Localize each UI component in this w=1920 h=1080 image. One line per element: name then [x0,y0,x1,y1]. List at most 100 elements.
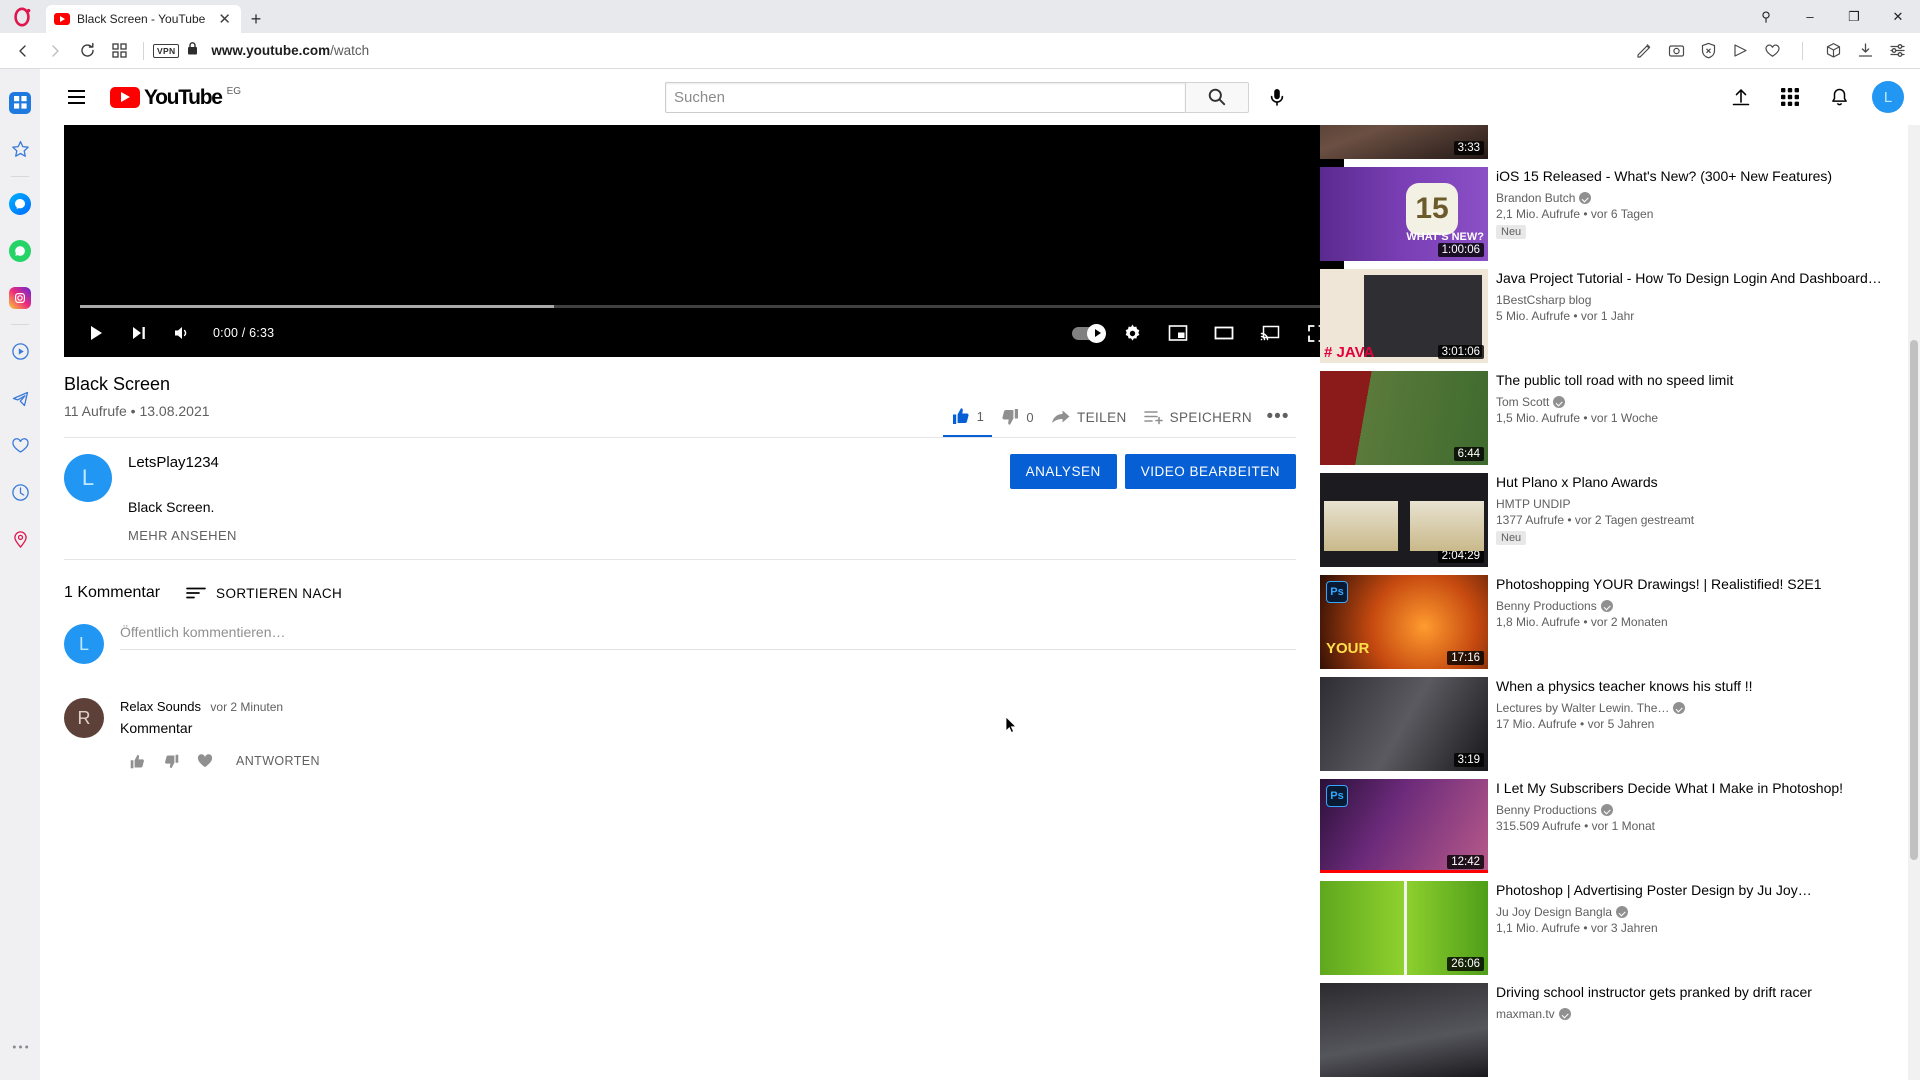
related-video-title[interactable]: Driving school instructor gets pranked b… [1496,984,1910,1002]
related-video-title[interactable]: iOS 15 Released - What's New? (300+ New … [1496,168,1910,186]
analytics-button[interactable]: ANALYSEN [1009,454,1117,489]
url-text[interactable]: www.youtube.com/watch [211,43,369,58]
related-video-thumbnail[interactable]: 3:01:06 [1320,269,1488,363]
apps-grid-icon[interactable] [1770,77,1810,117]
related-video-title[interactable]: Hut Plano x Plano Awards [1496,474,1910,492]
miniplayer-button[interactable] [1158,313,1198,353]
progress-bar[interactable] [80,305,1328,308]
forward-button[interactable] [40,37,70,65]
related-video-channel[interactable]: maxman.tv [1496,1007,1910,1021]
show-more-button[interactable]: MEHR ANSEHEN [128,528,1010,543]
related-video-channel[interactable]: Tom Scott [1496,395,1910,409]
related-video-item[interactable]: 3:33 6,1 Mio. Aufrufe • vor 2 Jahren [1320,125,1910,159]
browser-search-icon[interactable]: ⚲ [1744,0,1788,33]
related-video-thumbnail[interactable]: Ps 17:16 [1320,575,1488,669]
reply-button[interactable]: ANTWORTEN [236,754,320,768]
related-video-channel[interactable]: Brandon Butch [1496,191,1910,205]
theater-mode-button[interactable] [1204,313,1244,353]
sidebar-item-history[interactable] [0,469,40,516]
related-video-item[interactable]: Ps 12:42 I Let My Subscribers Decide What … [1320,779,1910,873]
sidebar-item-speed-dial[interactable] [0,79,40,126]
comment-thumbs-up-icon[interactable] [120,744,154,778]
sidebar-item-favorites[interactable] [0,422,40,469]
related-video-title[interactable]: Photoshop | Advertising Poster Design by… [1496,882,1910,900]
notifications-bell-icon[interactable] [1819,77,1859,117]
settings-gear-button[interactable] [1112,313,1152,353]
related-video-title[interactable]: I Let My Subscribers Decide What I Make … [1496,780,1910,798]
related-video-item[interactable]: 3:19 When a physics teacher knows his stu… [1320,677,1910,771]
cast-button[interactable] [1250,313,1290,353]
window-maximize-button[interactable]: ❐ [1832,0,1876,33]
related-video-item[interactable]: Driving school instructor gets pranked b… [1320,983,1910,1077]
adblock-shield-icon[interactable] [1699,42,1717,60]
back-button[interactable] [8,37,38,65]
opera-logo-icon[interactable] [0,0,46,33]
comment-author[interactable]: Relax Sounds [120,699,201,714]
related-video-title[interactable]: When a physics teacher knows his stuff !… [1496,678,1910,696]
sidebar-item-instagram[interactable] [0,274,40,321]
sidebar-item-whatsapp[interactable] [0,227,40,274]
autoplay-toggle[interactable] [1070,323,1106,343]
sort-comments-button[interactable]: SORTIEREN NACH [186,586,342,601]
sidebar-item-player[interactable] [0,328,40,375]
related-video-item[interactable]: 26:06 Photoshop | Advertising Poster Desi… [1320,881,1910,975]
downloads-icon[interactable] [1856,42,1874,60]
related-video-item[interactable]: 3:01:06 Java Project Tutorial - How To De… [1320,269,1910,363]
related-video-channel[interactable]: Benny Productions [1496,803,1910,817]
related-video-channel[interactable]: HMTP UNDIP [1496,497,1910,511]
reload-button[interactable] [72,37,102,65]
snapshot-camera-icon[interactable] [1667,42,1685,60]
heart-icon[interactable] [1763,42,1781,60]
search-input[interactable] [665,81,1186,113]
account-avatar[interactable]: L [1872,81,1904,113]
related-video-thumbnail[interactable]: 26:06 [1320,881,1488,975]
tab-close-icon[interactable]: ✕ [216,12,233,27]
related-video-thumbnail[interactable]: 2:04:29 [1320,473,1488,567]
scrollbar-thumb[interactable] [1910,340,1918,860]
comment-heart-icon[interactable] [188,744,222,778]
sidebar-item-telegram[interactable] [0,375,40,422]
dislike-button[interactable]: 0 [992,397,1042,437]
related-video-item[interactable]: Ps 17:16 Photoshopping YOUR Drawings! | Re… [1320,575,1910,669]
related-video-channel[interactable]: Lectures by Walter Lewin. The… [1496,701,1910,715]
related-video-thumbnail[interactable]: 6:44 [1320,371,1488,465]
comment-input[interactable] [120,624,1296,650]
speed-dial-tiles-icon[interactable] [104,37,134,65]
channel-name[interactable]: LetsPlay1234 [128,454,1010,471]
related-video-channel[interactable]: Benny Productions [1496,599,1910,613]
easy-setup-icon[interactable] [1888,42,1906,60]
vpn-badge[interactable]: VPN [153,43,180,58]
related-video-title[interactable]: Photoshopping YOUR Drawings! | Realistif… [1496,576,1910,594]
search-button[interactable] [1185,81,1250,113]
related-video-channel[interactable]: Ju Joy Design Bangla [1496,905,1910,919]
send-flow-icon[interactable] [1731,42,1749,60]
window-close-button[interactable]: ✕ [1876,0,1920,33]
related-video-item[interactable]: 6:44 The public toll road with no speed l… [1320,371,1910,465]
browser-tab[interactable]: Black Screen - YouTube ✕ [46,5,241,33]
related-video-thumbnail[interactable] [1320,983,1488,1077]
share-button[interactable]: TEILEN [1042,397,1135,437]
like-button[interactable]: 1 [942,397,993,437]
create-upload-icon[interactable] [1721,77,1761,117]
youtube-logo[interactable]: YouTube EG [110,85,241,110]
pin-edit-icon[interactable] [1635,42,1653,60]
new-tab-button[interactable]: + [241,5,271,33]
guide-menu-button[interactable] [56,77,96,117]
related-video-thumbnail[interactable]: 1:00:06 [1320,167,1488,261]
sidebar-item-setup[interactable] [0,1023,40,1070]
comment-avatar[interactable]: R [64,698,104,738]
channel-avatar[interactable]: L [64,454,112,502]
page-scrollbar[interactable] [1908,125,1920,1080]
comment-thumbs-down-icon[interactable] [154,744,188,778]
sidebar-item-messenger[interactable] [0,180,40,227]
play-button[interactable] [76,313,116,353]
video-player[interactable]: 0:00 / 6:33 [64,125,1344,357]
site-security-lock-icon[interactable] [186,41,199,61]
sidebar-item-bookmarks[interactable] [0,126,40,173]
sidebar-item-pinboard[interactable] [0,516,40,563]
edit-video-button[interactable]: VIDEO BEARBEITEN [1124,454,1296,489]
save-button[interactable]: SPEICHERN [1135,397,1260,437]
related-video-item[interactable]: 1:00:06 iOS 15 Released - What's New? (30… [1320,167,1910,261]
volume-button[interactable] [162,313,202,353]
related-video-item[interactable]: 2:04:29 Hut Plano x Plano Awards HMTP UNDI… [1320,473,1910,567]
